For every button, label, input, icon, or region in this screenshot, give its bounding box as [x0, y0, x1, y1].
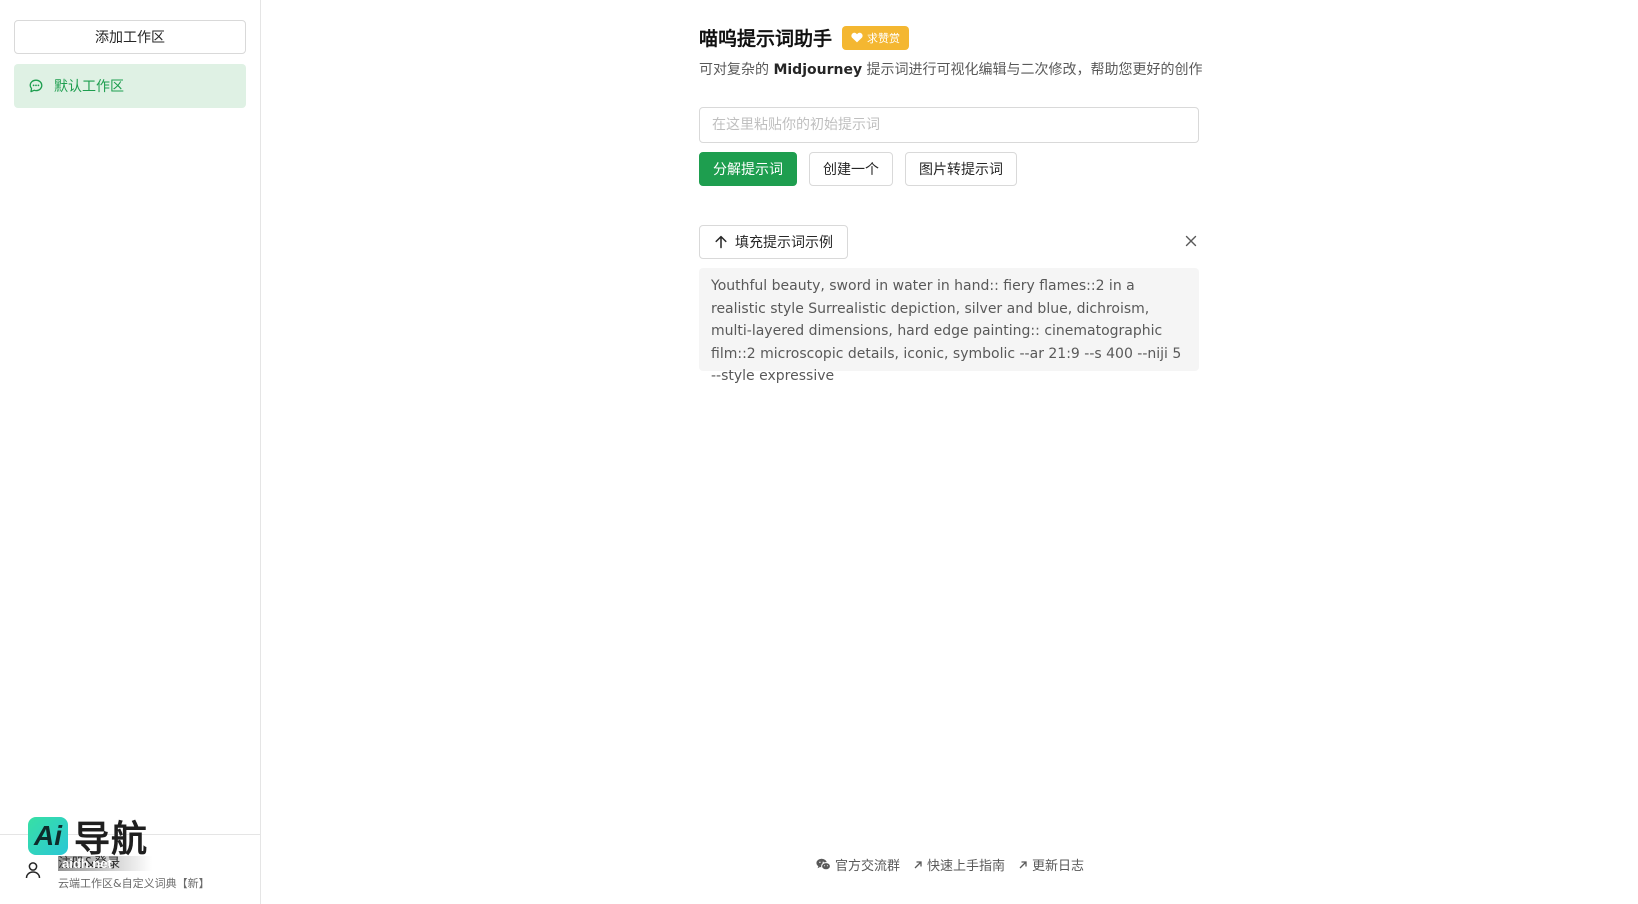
logo-text: 导航 — [74, 819, 149, 860]
changelog-link[interactable]: 更新日志 — [1018, 855, 1084, 874]
fill-example-label: 填充提示词示例 — [735, 235, 833, 251]
image-to-prompt-button[interactable]: 图片转提示词 — [905, 152, 1017, 186]
prompt-input[interactable] — [699, 107, 1199, 143]
arrow-up-right-icon — [1019, 860, 1027, 868]
action-buttons: 分解提示词 创建一个 图片转提示词 — [699, 152, 1029, 186]
subtitle-prefix: 可对复杂的 — [699, 62, 769, 78]
user-icon — [25, 862, 41, 879]
sidebar-item-default-workspace[interactable]: 默认工作区 — [14, 64, 246, 108]
main-content: 喵呜提示词助手 求赞赏 可对复杂的 Midjourney 提示词进行可视化编辑与… — [261, 0, 1638, 904]
watermark-url: aidh.net — [58, 856, 152, 871]
arrow-up-right-icon — [914, 860, 922, 868]
guide-link[interactable]: 快速上手指南 — [913, 855, 1005, 874]
guide-label: 快速上手指南 — [927, 859, 1006, 874]
add-workspace-button[interactable]: 添加工作区 — [14, 20, 246, 54]
sidebar: 添加工作区 默认工作区 注册&登录 云端工作区&自定义词典【新】 Ai 导航 a… — [0, 0, 261, 904]
fill-example-button[interactable]: 填充提示词示例 — [699, 225, 848, 259]
watermark-logo: Ai 导航 — [28, 810, 148, 862]
decompose-prompt-button[interactable]: 分解提示词 — [699, 152, 797, 186]
login-subtitle: 云端工作区&自定义词典【新】 — [58, 877, 210, 890]
subtitle-brand: Midjourney — [773, 62, 863, 78]
logo-badge: Ai — [28, 817, 68, 855]
subtitle: 可对复杂的 Midjourney 提示词进行可视化编辑与二次修改，帮助您更好的创… — [699, 59, 1203, 79]
create-button[interactable]: 创建一个 — [809, 152, 893, 186]
wechat-icon — [816, 858, 831, 871]
title-row: 喵呜提示词助手 求赞赏 — [699, 24, 910, 51]
sidebar-item-label: 默认工作区 — [54, 79, 124, 95]
sponsor-label: 求赞赏 — [867, 31, 901, 45]
footer-links: 官方交流群 快速上手指南 更新日志 — [816, 855, 1097, 874]
example-prompt-text: Youthful beauty, sword in water in hand:… — [699, 268, 1199, 384]
page-title: 喵呜提示词助手 — [699, 28, 833, 50]
changelog-label: 更新日志 — [1032, 859, 1085, 874]
arrow-up-icon — [715, 235, 727, 249]
heart-icon — [851, 32, 863, 43]
community-link[interactable]: 官方交流群 — [816, 855, 900, 874]
chat-bubble-icon — [29, 79, 43, 93]
sponsor-button[interactable]: 求赞赏 — [842, 25, 910, 50]
close-icon[interactable] — [1185, 235, 1197, 247]
app-root: 添加工作区 默认工作区 注册&登录 云端工作区&自定义词典【新】 Ai 导航 a… — [0, 0, 1638, 904]
subtitle-suffix: 提示词进行可视化编辑与二次修改，帮助您更好的创作 — [866, 62, 1203, 78]
community-label: 官方交流群 — [835, 859, 901, 874]
